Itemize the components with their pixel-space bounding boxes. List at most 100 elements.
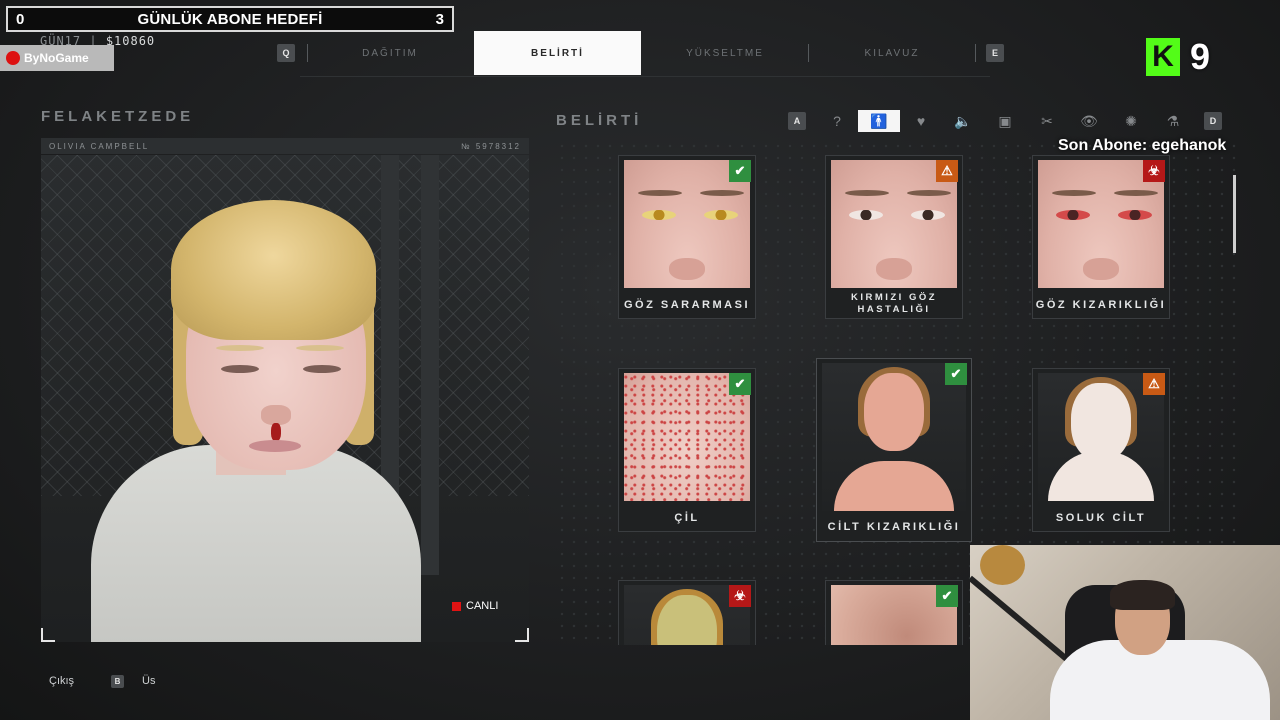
symptom-card[interactable]: ✔ xyxy=(825,580,963,645)
symptom-card[interactable]: ☣ GÖZ KIZARIKLIĞI xyxy=(1032,155,1170,319)
streamer-hair xyxy=(1110,580,1175,610)
eyebrow xyxy=(845,190,889,196)
patient-nose xyxy=(261,405,291,425)
shield-check-icon: ✔ xyxy=(936,585,958,607)
symptom-label: GÖZ KIZARIKLIĞI xyxy=(1035,299,1167,311)
symptom-scrollbar[interactable] xyxy=(1233,175,1236,253)
nose xyxy=(876,258,912,280)
goal-title: GÜNLÜK ABONE HEDEFİ xyxy=(137,10,323,28)
bottle-icon[interactable]: ⚗ xyxy=(1152,110,1194,132)
last-subscriber: Son Abone: egehanok xyxy=(1058,137,1227,154)
tab-underline xyxy=(300,76,990,77)
patient-hair xyxy=(171,200,376,340)
eye-icon[interactable]: 👁 xyxy=(1068,110,1110,132)
warning-icon: ⚠ xyxy=(1143,373,1165,395)
base-key[interactable]: B xyxy=(111,675,124,688)
patient-eye xyxy=(221,365,259,373)
streamer-webcam xyxy=(970,545,1280,720)
patient-eyebrow xyxy=(296,345,344,351)
shield-check-icon: ✔ xyxy=(945,363,967,385)
symptom-card[interactable]: ☣ xyxy=(618,580,756,645)
eye xyxy=(1056,210,1090,220)
symptom-section-title: BELİRTİ xyxy=(556,112,643,129)
eyebrow xyxy=(700,190,744,196)
eye xyxy=(704,210,738,220)
bust-shoulders xyxy=(833,461,955,511)
wall-decor xyxy=(980,545,1025,585)
tab-next-key[interactable]: E xyxy=(986,44,1004,62)
bust-head xyxy=(864,373,924,451)
symptom-label: SOLUK CİLT xyxy=(1055,512,1147,524)
viewer-count: 9 xyxy=(1190,36,1211,77)
tab-symptom[interactable]: BELİRTİ xyxy=(474,31,641,75)
patient-lips xyxy=(249,440,301,452)
filter-prev-key[interactable]: A xyxy=(788,112,806,130)
warning-icon: ⚠ xyxy=(936,160,958,182)
sound-icon[interactable]: 🔈 xyxy=(942,110,984,132)
frame-corner xyxy=(41,628,55,642)
nose xyxy=(1083,258,1119,280)
streamer-hoodie xyxy=(1050,640,1270,720)
tab-guide[interactable]: KILAVUZ xyxy=(812,31,972,75)
biohazard-icon: ☣ xyxy=(1143,160,1165,182)
patient-eye xyxy=(303,365,341,373)
tab-upgrade[interactable]: YÜKSELTME xyxy=(645,31,805,75)
tab-separator xyxy=(975,44,976,62)
bag-icon[interactable]: ▣ xyxy=(984,110,1026,132)
patient-section-title: FELAKETZEDE xyxy=(41,108,195,125)
bust-render xyxy=(822,363,966,511)
symptom-card-hovered[interactable]: ✔ CİLT KIZARIKLIĞI xyxy=(816,358,972,542)
symptom-card[interactable]: ⚠ SOLUK CİLT xyxy=(1032,368,1170,532)
kick-viewer-counter: K 9 xyxy=(1146,36,1224,78)
bust-head xyxy=(1071,383,1131,461)
tab-prev-key[interactable]: Q xyxy=(277,44,295,62)
eyebrow xyxy=(638,190,682,196)
live-label: CANLI xyxy=(466,600,499,612)
nosebleed xyxy=(271,423,281,441)
goal-target: 3 xyxy=(435,10,444,28)
patient-name-bar: OLIVIA CAMPBELL № 5978312 xyxy=(41,138,529,154)
goal-current: 0 xyxy=(16,10,25,28)
patient-eyebrow xyxy=(216,345,264,351)
biohazard-icon: ☣ xyxy=(729,585,751,607)
patient-portrait: CANLI xyxy=(41,155,529,642)
heart-icon[interactable]: ♥ xyxy=(900,110,942,132)
exit-button[interactable]: Çıkış xyxy=(49,675,74,687)
patient-number: № 5978312 xyxy=(461,141,521,151)
patient-name: OLIVIA CAMPBELL xyxy=(49,141,150,151)
filter-next-key[interactable]: D xyxy=(1204,112,1222,130)
symptom-card[interactable]: ✔ ÇİL xyxy=(618,368,756,532)
body-icon[interactable]: 🚹 xyxy=(858,110,900,132)
virus-icon[interactable]: ✺ xyxy=(1110,110,1152,132)
eye xyxy=(642,210,676,220)
symptom-image xyxy=(822,363,966,511)
background-pillar xyxy=(421,155,439,575)
kick-logo-icon: K xyxy=(1146,38,1180,76)
tools-icon[interactable]: ✂ xyxy=(1026,110,1068,132)
symptom-label: ÇİL xyxy=(674,512,700,524)
eyebrow xyxy=(1052,190,1096,196)
eyebrow xyxy=(1114,190,1158,196)
symptom-label: GÖZ SARARMASI xyxy=(624,299,750,311)
shield-check-icon: ✔ xyxy=(729,373,751,395)
symptom-card[interactable]: ✔ GÖZ SARARMASI xyxy=(618,155,756,319)
nose xyxy=(669,258,705,280)
shield-check-icon: ✔ xyxy=(729,160,751,182)
live-indicator: CANLI xyxy=(452,600,498,612)
base-button[interactable]: Üs xyxy=(142,675,155,687)
streamer-logo: ByNoGame xyxy=(0,45,114,71)
logo-icon xyxy=(6,51,20,65)
symptom-label: CİLT KIZARIKLIĞI xyxy=(827,521,961,533)
logo-text: ByNoGame xyxy=(24,51,89,65)
symptom-label: KIRMIZI GÖZ HASTALIĞI xyxy=(850,292,938,315)
subscriber-goal-bar: 0 GÜNLÜK ABONE HEDEFİ 3 xyxy=(6,6,454,32)
symptom-card[interactable]: ⚠ KIRMIZI GÖZ HASTALIĞI xyxy=(825,155,963,319)
eye xyxy=(911,210,945,220)
symptom-filter-bar: A ? 🚹 ♥ 🔈 ▣ ✂ 👁 ✺ ⚗ D xyxy=(788,110,1222,132)
tab-separator xyxy=(307,44,308,62)
tab-separator xyxy=(808,44,809,62)
tab-distribution[interactable]: DAĞITIM xyxy=(310,31,470,75)
record-icon xyxy=(452,601,461,611)
question-icon[interactable]: ? xyxy=(816,110,858,132)
frame-corner xyxy=(515,628,529,642)
